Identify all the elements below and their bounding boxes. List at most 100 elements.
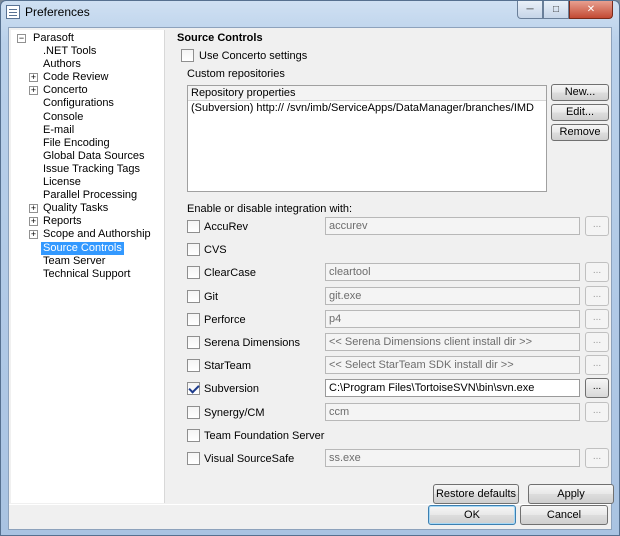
tree-item-label: Authors [43,58,81,71]
browse-button[interactable]: ... [585,332,609,352]
source-controls-panel: Source Controls Use Concerto settings Cu… [171,28,614,504]
remove-repository-button[interactable]: Remove [551,124,609,141]
apply-button[interactable]: Apply [528,484,614,504]
window-icon [6,5,20,19]
executable-path-field[interactable]: C:\Program Files\TortoiseSVN\bin\svn.exe [325,379,580,398]
tree-item[interactable]: Team Server [11,255,161,268]
tree-item[interactable]: Issue Tracking Tags [11,163,161,176]
integration-checkbox[interactable] [187,382,200,396]
integration-checkbox[interactable] [187,452,200,465]
executable-path-field[interactable]: ccm [325,402,580,421]
integration-label: Visual SourceSafe [204,453,295,465]
expand-icon[interactable]: + [29,204,38,214]
integration-label: Team Foundation Server [204,429,325,442]
maximize-button[interactable]: □ [543,1,569,19]
integration-checkbox[interactable] [187,405,200,419]
browse-button[interactable]: ... [585,308,609,329]
tree-item-label: .NET Tools [43,45,97,57]
executable-path-field[interactable]: ss.exe [325,449,580,467]
tree-item[interactable]: + Quality Tasks [11,202,161,215]
integration-label: Serena Dimensions [204,337,300,349]
page-title: Source Controls [177,32,263,44]
tree-item[interactable]: + Concerto [11,84,161,97]
tree-root-row[interactable]: − Parasoft [11,32,161,45]
browse-button[interactable]: ... [585,355,609,376]
executable-path-field[interactable]: cleartool [325,263,580,282]
tree-item[interactable]: Authors [11,58,161,71]
expand-icon[interactable]: + [29,230,38,240]
tree-item[interactable]: + Scope and Authorship [11,228,161,241]
executable-path-field[interactable]: << Select StarTeam SDK install dir >> [325,356,580,375]
restore-defaults-button[interactable]: Restore defaults [433,484,519,504]
tree-item[interactable]: + Code Review [11,71,161,84]
executable-path-field[interactable]: git.exe [325,286,580,305]
integration-label: Synergy/CM [204,406,265,419]
browse-button[interactable]: ... [585,448,609,468]
tree-item-label: Parallel Processing [43,189,138,202]
integration-checkbox[interactable] [187,336,200,349]
integration-checkbox[interactable] [187,243,200,257]
integration-label: StarTeam [204,360,252,373]
browse-button[interactable]: ... [585,285,609,306]
tree-item[interactable]: Parallel Processing [11,189,161,202]
tree-item[interactable]: + Reports [11,215,161,228]
custom-repositories-label: Custom repositories [187,68,285,80]
tree-item-label: License [43,176,81,188]
integration-label: AccuRev [204,221,249,233]
tree-item[interactable]: Global Data Sources [11,150,161,163]
tree-item[interactable]: Console [11,111,161,124]
cancel-button[interactable]: Cancel [520,505,608,525]
executable-path-field[interactable]: << Serena Dimensions client install dir … [325,333,580,351]
integration-checkbox[interactable] [187,312,200,326]
integration-checkbox[interactable] [187,428,200,442]
integration-label: CVS [204,244,227,257]
tree-item-label: Technical Support [43,267,131,280]
dialog-client: − Parasoft .NET Tools Authors + Code Review… [8,27,614,530]
title-bar[interactable]: Preferences ─ □ ✕ [1,1,619,25]
integration-checkbox[interactable] [187,266,200,280]
tree-item-label: E-mail [43,123,75,136]
ok-button[interactable]: OK [428,505,516,525]
expand-icon[interactable]: + [29,73,38,83]
tree-item-label: Configurations [43,97,114,110]
tree-item-label: Concerto [43,84,88,97]
integration-checkbox[interactable] [187,359,200,373]
collapse-icon[interactable]: − [17,34,26,43]
tree-item-label: Quality Tasks [43,202,109,215]
new-repository-button[interactable]: New... [551,84,609,101]
integration-label: Subversion [204,383,260,396]
expand-icon[interactable]: + [29,86,38,96]
edit-repository-button[interactable]: Edit... [551,104,609,121]
tree-root-label: Parasoft [33,32,74,44]
integration-checkbox[interactable] [187,289,200,303]
executable-path-field[interactable]: p4 [325,309,580,328]
tree-item[interactable]: File Encoding [11,137,161,150]
tree-item-label: Reports [43,215,82,228]
tree-item-label: Team Server [43,254,106,267]
expand-icon[interactable]: + [29,217,38,227]
tree-item[interactable]: E-mail [11,124,161,137]
integration-label: Perforce [204,313,246,326]
tree-item-label: Source Controls [41,241,124,255]
repositories-table[interactable]: Repository properties (Subversion) http:… [187,85,547,192]
browse-button[interactable]: ... [585,262,609,283]
tree-item-label: Code Review [43,71,109,84]
browse-button[interactable]: ... [585,216,609,236]
tree-item[interactable]: .NET Tools [11,45,161,58]
tree-item[interactable]: License [11,176,161,189]
tree-item[interactable]: Source Controls [11,241,161,255]
preferences-tree[interactable]: − Parasoft .NET Tools Authors + Code Review… [11,30,165,503]
executable-path-field[interactable]: accurev [325,217,580,235]
minimize-button[interactable]: ─ [517,1,543,19]
preferences-window: Preferences ─ □ ✕ − Parasoft .NET Tools A… [0,0,620,536]
tree-item[interactable]: Configurations [11,97,161,110]
use-concerto-checkbox[interactable] [181,49,194,62]
browse-button[interactable]: ... [585,378,609,399]
tree-item-label: Scope and Authorship [43,228,151,241]
tree-item-label: File Encoding [43,136,110,149]
browse-button[interactable]: ... [585,401,609,422]
repository-row[interactable]: (Subversion) http:// /svn/imb/ServiceApp… [191,101,543,115]
tree-item[interactable]: Technical Support [11,268,161,281]
close-button[interactable]: ✕ [569,1,613,19]
integration-checkbox[interactable] [187,220,200,233]
